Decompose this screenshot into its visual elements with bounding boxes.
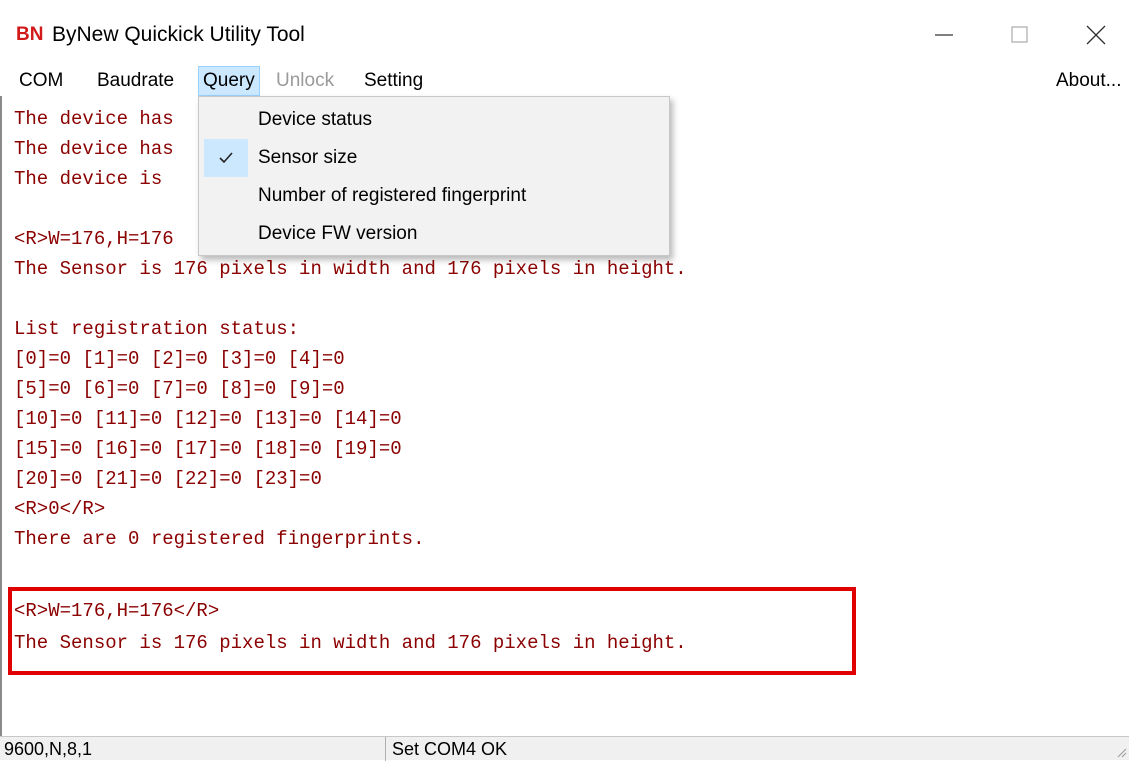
menu-bar: COM Baudrate Query Unlock Setting About.… — [0, 66, 1129, 96]
status-message: Set COM4 OK — [392, 739, 508, 759]
console-line: There are 0 registered fingerprints. — [14, 528, 425, 550]
checkmark-icon — [204, 139, 248, 177]
minimize-icon — [935, 34, 953, 36]
minimize-button[interactable] — [918, 12, 970, 58]
menu-com[interactable]: COM — [15, 66, 67, 96]
console-line: [20]=0 [21]=0 [22]=0 [23]=0 — [14, 468, 322, 490]
console-line: [5]=0 [6]=0 [7]=0 [8]=0 [9]=0 — [14, 378, 345, 400]
menu-item-sensor-size[interactable]: Sensor size — [199, 139, 669, 177]
menu-item-device-status[interactable]: Device status — [199, 101, 669, 139]
console-line: <R>0</R> — [14, 498, 106, 520]
menu-item-label: Device FW version — [258, 223, 418, 244]
menu-item-label: Number of registered fingerprint — [258, 185, 527, 206]
maximize-icon — [1011, 26, 1028, 43]
status-bar: 9600,N,8,1 Set COM4 OK — [0, 736, 1129, 761]
console-line: [0]=0 [1]=0 [2]=0 [3]=0 [4]=0 — [14, 348, 345, 370]
resize-grip-icon[interactable] — [1115, 746, 1127, 758]
console-line: The Sensor is 176 pixels in width and 17… — [14, 258, 687, 280]
menu-query[interactable]: Query — [198, 66, 260, 96]
status-baud-settings: 9600,N,8,1 — [0, 737, 386, 761]
console-line: The device is — [14, 168, 163, 190]
menu-baudrate[interactable]: Baudrate — [93, 66, 178, 96]
console-line: [10]=0 [11]=0 [12]=0 [13]=0 [14]=0 — [14, 408, 402, 430]
close-icon — [1086, 25, 1106, 45]
menu-about[interactable]: About... — [1052, 66, 1126, 96]
maximize-button[interactable] — [994, 12, 1046, 58]
menu-unlock[interactable]: Unlock — [272, 66, 338, 96]
console-line: List registration status: — [14, 318, 300, 340]
window-title: ByNew Quickick Utility Tool — [52, 23, 305, 46]
query-dropdown-menu: Device status Sensor size Number of regi… — [198, 96, 670, 256]
console-line: <R>W=176,H=176 — [14, 228, 174, 250]
app-logo-icon: BN — [16, 24, 44, 45]
menu-setting[interactable]: Setting — [360, 66, 427, 96]
title-bar: BN ByNew Quickick Utility Tool — [0, 0, 1129, 66]
console-line: The device has — [14, 108, 174, 130]
highlight-box — [8, 587, 856, 675]
menu-item-label: Device status — [258, 109, 373, 130]
menu-item-registered-count[interactable]: Number of registered fingerprint — [199, 177, 669, 215]
menu-item-label: Sensor size — [258, 147, 358, 168]
close-button[interactable] — [1070, 12, 1122, 58]
menu-item-fw-version[interactable]: Device FW version — [199, 215, 669, 253]
console-line: The device has — [14, 138, 174, 160]
console-line: [15]=0 [16]=0 [17]=0 [18]=0 [19]=0 — [14, 438, 402, 460]
